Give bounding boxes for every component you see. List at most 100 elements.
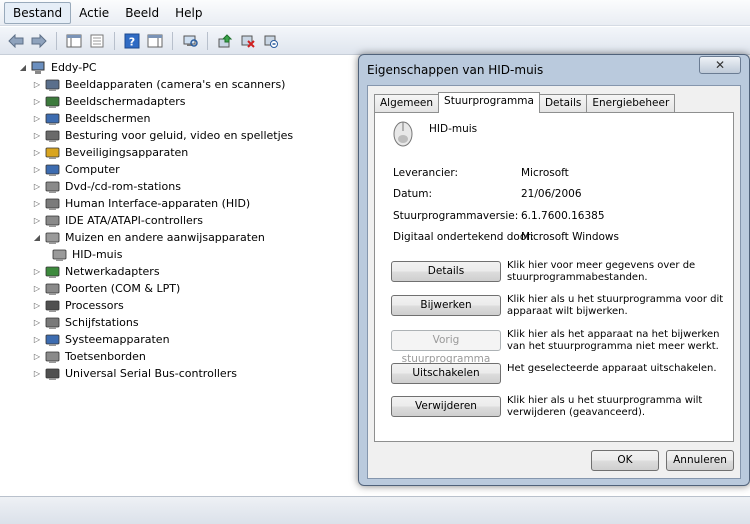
cancel-button[interactable]: Annuleren (666, 450, 734, 471)
close-button[interactable]: ✕ (699, 56, 741, 74)
uninstall-device-icon[interactable] (261, 31, 281, 51)
status-bar (0, 496, 750, 524)
mouse-icon (52, 248, 68, 262)
tab-energiebeheer[interactable]: Energiebeheer (586, 94, 676, 113)
expand-arrow-icon[interactable]: ▷ (32, 97, 42, 106)
ide-controller-icon (45, 214, 61, 228)
show-hide-action-pane-icon[interactable] (145, 31, 165, 51)
expand-arrow-icon[interactable]: ▷ (32, 267, 42, 276)
show-hide-console-tree-icon[interactable] (64, 31, 84, 51)
dialog-body: Algemeen Stuurprogramma Details Energieb… (367, 85, 741, 479)
tree-child-item[interactable]: HID-muis (52, 246, 122, 263)
tree-category-item[interactable]: ◢ Muizen en andere aanwijsapparaten (32, 229, 265, 246)
tree-item-label: Beeldschermadapters (65, 95, 186, 108)
expand-arrow-icon[interactable]: ▷ (32, 148, 42, 157)
expand-arrow-icon[interactable]: ▷ (32, 301, 42, 310)
tab-algemeen[interactable]: Algemeen (374, 94, 440, 113)
signer-value: Microsoft Windows (521, 231, 619, 243)
expand-arrow-icon[interactable]: ▷ (32, 284, 42, 293)
tree-item-label: Beeldschermen (65, 112, 151, 125)
menu-bestand[interactable]: Bestand (4, 1, 72, 24)
tree-category-item[interactable]: ▷ Toetsenborden (32, 348, 146, 365)
tree-category-item[interactable]: ▷ Netwerkadapters (32, 263, 160, 280)
roll-back-driver-description: Klik hier als het apparaat na het bijwer… (507, 329, 720, 352)
tree-category-item[interactable]: ▷ Beeldapparaten (camera's en scanners) (32, 76, 286, 93)
tree-item-label: HID-muis (72, 248, 123, 261)
update-driver-button[interactable]: Bijwerken (391, 295, 501, 316)
back-arrow-icon[interactable] (6, 31, 26, 51)
expand-arrow-icon[interactable]: ▷ (32, 335, 42, 344)
tree-category-item[interactable]: ▷ IDE ATA/ATAPI-controllers (32, 212, 203, 229)
forward-arrow-icon[interactable] (29, 31, 49, 51)
mouse-icon (391, 119, 415, 150)
tree-category-item[interactable]: ▷ Schijfstations (32, 314, 139, 331)
scan-hardware-icon[interactable] (180, 31, 200, 51)
properties-dialog: Eigenschappen van HID-muis ✕ Algemeen St… (358, 54, 750, 486)
collapse-arrow-icon[interactable]: ◢ (32, 233, 42, 242)
expand-arrow-icon[interactable]: ▷ (32, 369, 42, 378)
update-driver-icon[interactable] (215, 31, 235, 51)
signer-label: Digitaal ondertekend door: (393, 231, 534, 243)
properties-icon[interactable] (87, 31, 107, 51)
display-adapter-icon (45, 95, 61, 109)
tree-category-item[interactable]: ▷ Human Interface-apparaten (HID) (32, 195, 250, 212)
camera-icon (45, 78, 61, 92)
toolbar-separator (56, 31, 57, 50)
sound-icon (45, 129, 61, 143)
menu-bar: Bestand Actie Beeld Help (0, 0, 750, 26)
tree-category-item[interactable]: ▷ Beveiligingsapparaten (32, 144, 188, 161)
details-description: Klik hier voor meer gegevens over de stu… (507, 260, 696, 283)
computer-icon (31, 61, 47, 75)
details-button[interactable]: Details (391, 261, 501, 282)
expand-arrow-icon[interactable]: ▷ (32, 199, 42, 208)
tree-item-label: Processors (65, 299, 124, 312)
expand-arrow-icon[interactable]: ▷ (32, 318, 42, 327)
disable-button[interactable]: Uitschakelen (391, 363, 501, 384)
menu-beeld[interactable]: Beeld (117, 3, 167, 23)
version-value: 6.1.7600.16385 (521, 210, 605, 222)
date-label: Datum: (393, 188, 433, 200)
menu-actie[interactable]: Actie (71, 3, 117, 23)
ok-button[interactable]: OK (591, 450, 659, 471)
tree-root[interactable]: ◢ Eddy-PC (18, 59, 97, 76)
expand-arrow-icon[interactable]: ▷ (32, 216, 42, 225)
tab-details[interactable]: Details (538, 94, 588, 113)
dialog-title: Eigenschappen van HID-muis (367, 63, 544, 77)
menu-help[interactable]: Help (167, 3, 210, 23)
expand-arrow-icon[interactable]: ▷ (32, 131, 42, 140)
toolbar-separator (114, 31, 115, 50)
toolbar-separator (207, 31, 208, 50)
tree-category-item[interactable]: ▷ Computer (32, 161, 120, 178)
uninstall-button[interactable]: Verwijderen (391, 396, 501, 417)
expand-arrow-icon[interactable]: ▷ (32, 352, 42, 361)
tree-item-label: Human Interface-apparaten (HID) (65, 197, 251, 210)
tree-category-item[interactable]: ▷ Dvd-/cd-rom-stations (32, 178, 181, 195)
tree-category-item[interactable]: ▷ Poorten (COM & LPT) (32, 280, 180, 297)
tree-category-item[interactable]: ▷ Beeldschermen (32, 110, 151, 127)
tree-category-item[interactable]: ▷ Beeldschermadapters (32, 93, 186, 110)
tree-item-label: Beveiligingsapparaten (65, 146, 189, 159)
mouse-icon (45, 231, 61, 245)
tree-item-label: Universal Serial Bus-controllers (65, 367, 237, 380)
tree-item-label: Netwerkadapters (65, 265, 160, 278)
expand-arrow-icon[interactable]: ▷ (32, 165, 42, 174)
collapse-arrow-icon[interactable]: ◢ (18, 63, 28, 72)
expand-arrow-icon[interactable]: ▷ (32, 182, 42, 191)
tree-item-label: Toetsenborden (65, 350, 146, 363)
tree-category-item[interactable]: ▷ Processors (32, 297, 124, 314)
usb-icon (45, 367, 61, 381)
disable-device-icon[interactable] (238, 31, 258, 51)
tree-category-item[interactable]: ▷ Besturing voor geluid, video en spellet… (32, 127, 293, 144)
help-icon[interactable]: ? (122, 31, 142, 51)
tree-category-item[interactable]: ▷ Universal Serial Bus-controllers (32, 365, 237, 382)
tree-item-label: Besturing voor geluid, video en spelletj… (65, 129, 294, 142)
vendor-value: Microsoft (521, 167, 569, 179)
tree-category-item[interactable]: ▷ Systeemapparaten (32, 331, 170, 348)
toolbar-separator (172, 31, 173, 50)
keyboard-icon (45, 350, 61, 364)
tab-stuurprogramma[interactable]: Stuurprogramma (438, 92, 540, 113)
expand-arrow-icon[interactable]: ▷ (32, 80, 42, 89)
update-driver-description: Klik hier als u het stuurprogramma voor … (507, 294, 724, 317)
roll-back-driver-button[interactable]: Vorig stuurprogramma (391, 330, 501, 365)
expand-arrow-icon[interactable]: ▷ (32, 114, 42, 123)
